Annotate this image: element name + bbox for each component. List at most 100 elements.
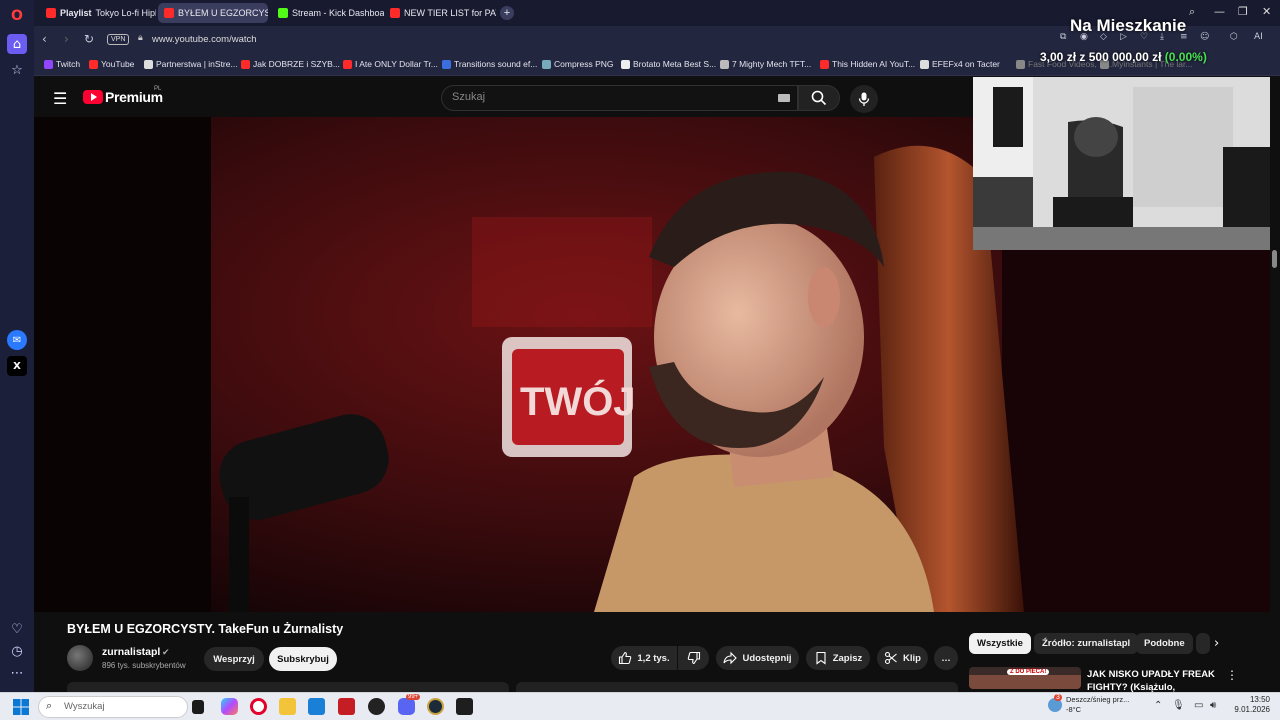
- chevron-right-icon[interactable]: ›: [1214, 636, 1219, 651]
- more-actions-button[interactable]: …: [934, 646, 958, 670]
- youtube-favicon-icon: [46, 8, 56, 18]
- reload-icon[interactable]: ↻: [84, 32, 94, 46]
- tab-tier-list[interactable]: NEW TIER LIST for PATCH: [384, 3, 496, 23]
- vertical-more-icon[interactable]: ⋮: [1226, 668, 1238, 682]
- home-icon[interactable]: ⌂: [7, 34, 27, 54]
- snapshot-icon[interactable]: ⧉: [1060, 32, 1066, 42]
- windows-start-icon[interactable]: [13, 699, 29, 715]
- clip-button[interactable]: Klip: [877, 646, 928, 670]
- obs-icon[interactable]: [368, 698, 385, 715]
- like-button[interactable]: 1,2 tys.: [611, 646, 677, 670]
- tab-current-video[interactable]: BYŁEM U EGZORCYSTY: [158, 3, 268, 23]
- lock-icon[interactable]: 🔒︎: [138, 33, 143, 43]
- channel-avatar[interactable]: [67, 645, 93, 671]
- recommendation-thumbnail[interactable]: Z DO PIECA!: [969, 667, 1081, 689]
- back-icon[interactable]: ‹: [42, 32, 47, 46]
- support-button[interactable]: Wesprzyj: [204, 647, 264, 671]
- bookmark-label: Partnerstwa | inStre...: [156, 59, 238, 69]
- bookmark-item[interactable]: Jak DOBRZE i SZYB...: [241, 59, 340, 69]
- bookmark-item[interactable]: Brotato Meta Best S...: [621, 59, 716, 69]
- bookmark-label: YouTube: [101, 59, 135, 69]
- youtube-logo-icon[interactable]: [83, 90, 103, 104]
- bookmark-label: Compress PNG: [554, 59, 614, 69]
- bookmark-item[interactable]: Transitions sound ef...: [442, 59, 537, 69]
- star-icon[interactable]: ☆: [7, 60, 27, 80]
- store-icon[interactable]: [308, 698, 325, 715]
- bookmark-favicon-icon: [720, 59, 729, 69]
- messenger-icon[interactable]: ✉: [7, 330, 27, 350]
- forward-icon[interactable]: ›: [64, 32, 69, 46]
- bookmark-item[interactable]: Compress PNG: [542, 59, 614, 69]
- maximize-icon[interactable]: ❐: [1238, 5, 1248, 18]
- bookmark-item[interactable]: I Ate ONLY Dollar Tr...: [343, 59, 438, 69]
- share-icon: [723, 651, 738, 665]
- minimize-icon[interactable]: —: [1214, 5, 1225, 18]
- share-button[interactable]: Udostępnij: [716, 646, 799, 670]
- app-icon[interactable]: [338, 698, 355, 715]
- heart-icon[interactable]: ♡: [7, 619, 27, 639]
- clip-label: Klip: [903, 652, 921, 664]
- bookmark-favicon-icon: [89, 59, 98, 69]
- league-icon[interactable]: [427, 698, 444, 715]
- weather-widget[interactable]: Deszcz/śnieg prz... -8°C: [1066, 695, 1129, 715]
- youtube-favicon-icon: [390, 8, 400, 18]
- tab-kick-dashboard[interactable]: Stream - Kick Dashboard: [272, 3, 384, 23]
- bookmark-favicon-icon: [442, 59, 451, 69]
- voice-search-button[interactable]: [850, 85, 878, 113]
- video-title: BYŁEM U EGZORCYSTY. TakeFun u Żurnalisty: [67, 622, 344, 636]
- close-window-icon[interactable]: ✕: [1262, 5, 1271, 18]
- chip-related[interactable]: Podobne: [1136, 633, 1193, 654]
- bookmark-label: EFEFx4 on Tacter: [932, 59, 1000, 69]
- page-scrollbar[interactable]: [1270, 250, 1280, 690]
- channel-name[interactable]: zurnalistapl: [102, 646, 160, 658]
- bookmark-favicon-icon: [621, 59, 630, 69]
- copilot-icon[interactable]: [221, 698, 238, 715]
- microphone-icon[interactable]: 🎙︎: [1172, 700, 1185, 711]
- chip-from-channel[interactable]: Źródło: zurnalistapl: [1034, 633, 1139, 654]
- description-box[interactable]: [67, 682, 509, 692]
- bookmark-favicon-icon: [343, 59, 352, 69]
- vpn-badge[interactable]: VPN: [107, 34, 130, 45]
- system-clock[interactable]: 13:50 9.01.2026: [1228, 695, 1270, 715]
- chip-all[interactable]: Wszystkie: [969, 633, 1031, 654]
- bookmark-icon: [816, 651, 826, 665]
- extension-icon[interactable]: ⬡: [1230, 32, 1238, 42]
- comments-box[interactable]: [516, 682, 958, 692]
- task-view-icon[interactable]: [192, 700, 204, 714]
- terminal-icon[interactable]: [456, 698, 473, 715]
- hamburger-menu-icon[interactable]: ☰: [53, 89, 67, 108]
- chip-more[interactable]: [1196, 633, 1210, 654]
- subscribe-button[interactable]: Subskrybuj: [269, 647, 337, 671]
- search-button[interactable]: [798, 85, 840, 111]
- volume-icon[interactable]: 🔊︎: [1210, 700, 1216, 711]
- scrollbar-thumb[interactable]: [1272, 250, 1277, 268]
- url-field[interactable]: www.youtube.com/watch: [152, 34, 257, 45]
- bookmark-item[interactable]: EFEFx4 on Tacter: [920, 59, 1000, 69]
- dislike-button[interactable]: [678, 646, 709, 670]
- new-tab-button[interactable]: +: [500, 6, 514, 20]
- network-icon[interactable]: ▭: [1194, 700, 1203, 711]
- discord-icon[interactable]: [398, 698, 415, 715]
- profile-icon[interactable]: ☺: [1200, 32, 1209, 42]
- taskbar-search-input[interactable]: Wyszukaj: [38, 696, 188, 718]
- bookmark-label: This Hidden AI YouT...: [832, 59, 916, 69]
- more-icon[interactable]: ⋯: [7, 663, 27, 683]
- ai-button[interactable]: AI: [1254, 32, 1263, 42]
- tray-chevron-icon[interactable]: ⌃: [1154, 700, 1162, 711]
- file-explorer-icon[interactable]: [279, 698, 296, 715]
- opera-logo-icon[interactable]: O: [7, 6, 27, 26]
- search-input[interactable]: Szukaj: [441, 85, 798, 111]
- stream-goal-progress: 3,00 zł z 500 000,00 zł (0.00%): [1040, 50, 1207, 64]
- x-twitter-icon[interactable]: X: [7, 356, 27, 376]
- bookmark-item[interactable]: This Hidden AI YouT...: [820, 59, 915, 69]
- keyboard-icon[interactable]: [778, 94, 790, 102]
- search-tabs-icon[interactable]: ⌕: [1189, 5, 1195, 19]
- opera-taskbar-icon[interactable]: [250, 698, 267, 715]
- history-icon[interactable]: ◷: [7, 641, 27, 661]
- bookmark-item[interactable]: 7 Mighty Mech TFT...: [720, 59, 811, 69]
- bookmark-item[interactable]: Twitch: [44, 59, 80, 69]
- bookmark-item[interactable]: Partnerstwa | inStre...: [144, 59, 238, 69]
- tab-playlist[interactable]: Playlist Tokyo Lo-fi Hiphop: [40, 3, 156, 23]
- bookmark-item[interactable]: YouTube: [89, 59, 134, 69]
- save-button[interactable]: Zapisz: [806, 646, 870, 670]
